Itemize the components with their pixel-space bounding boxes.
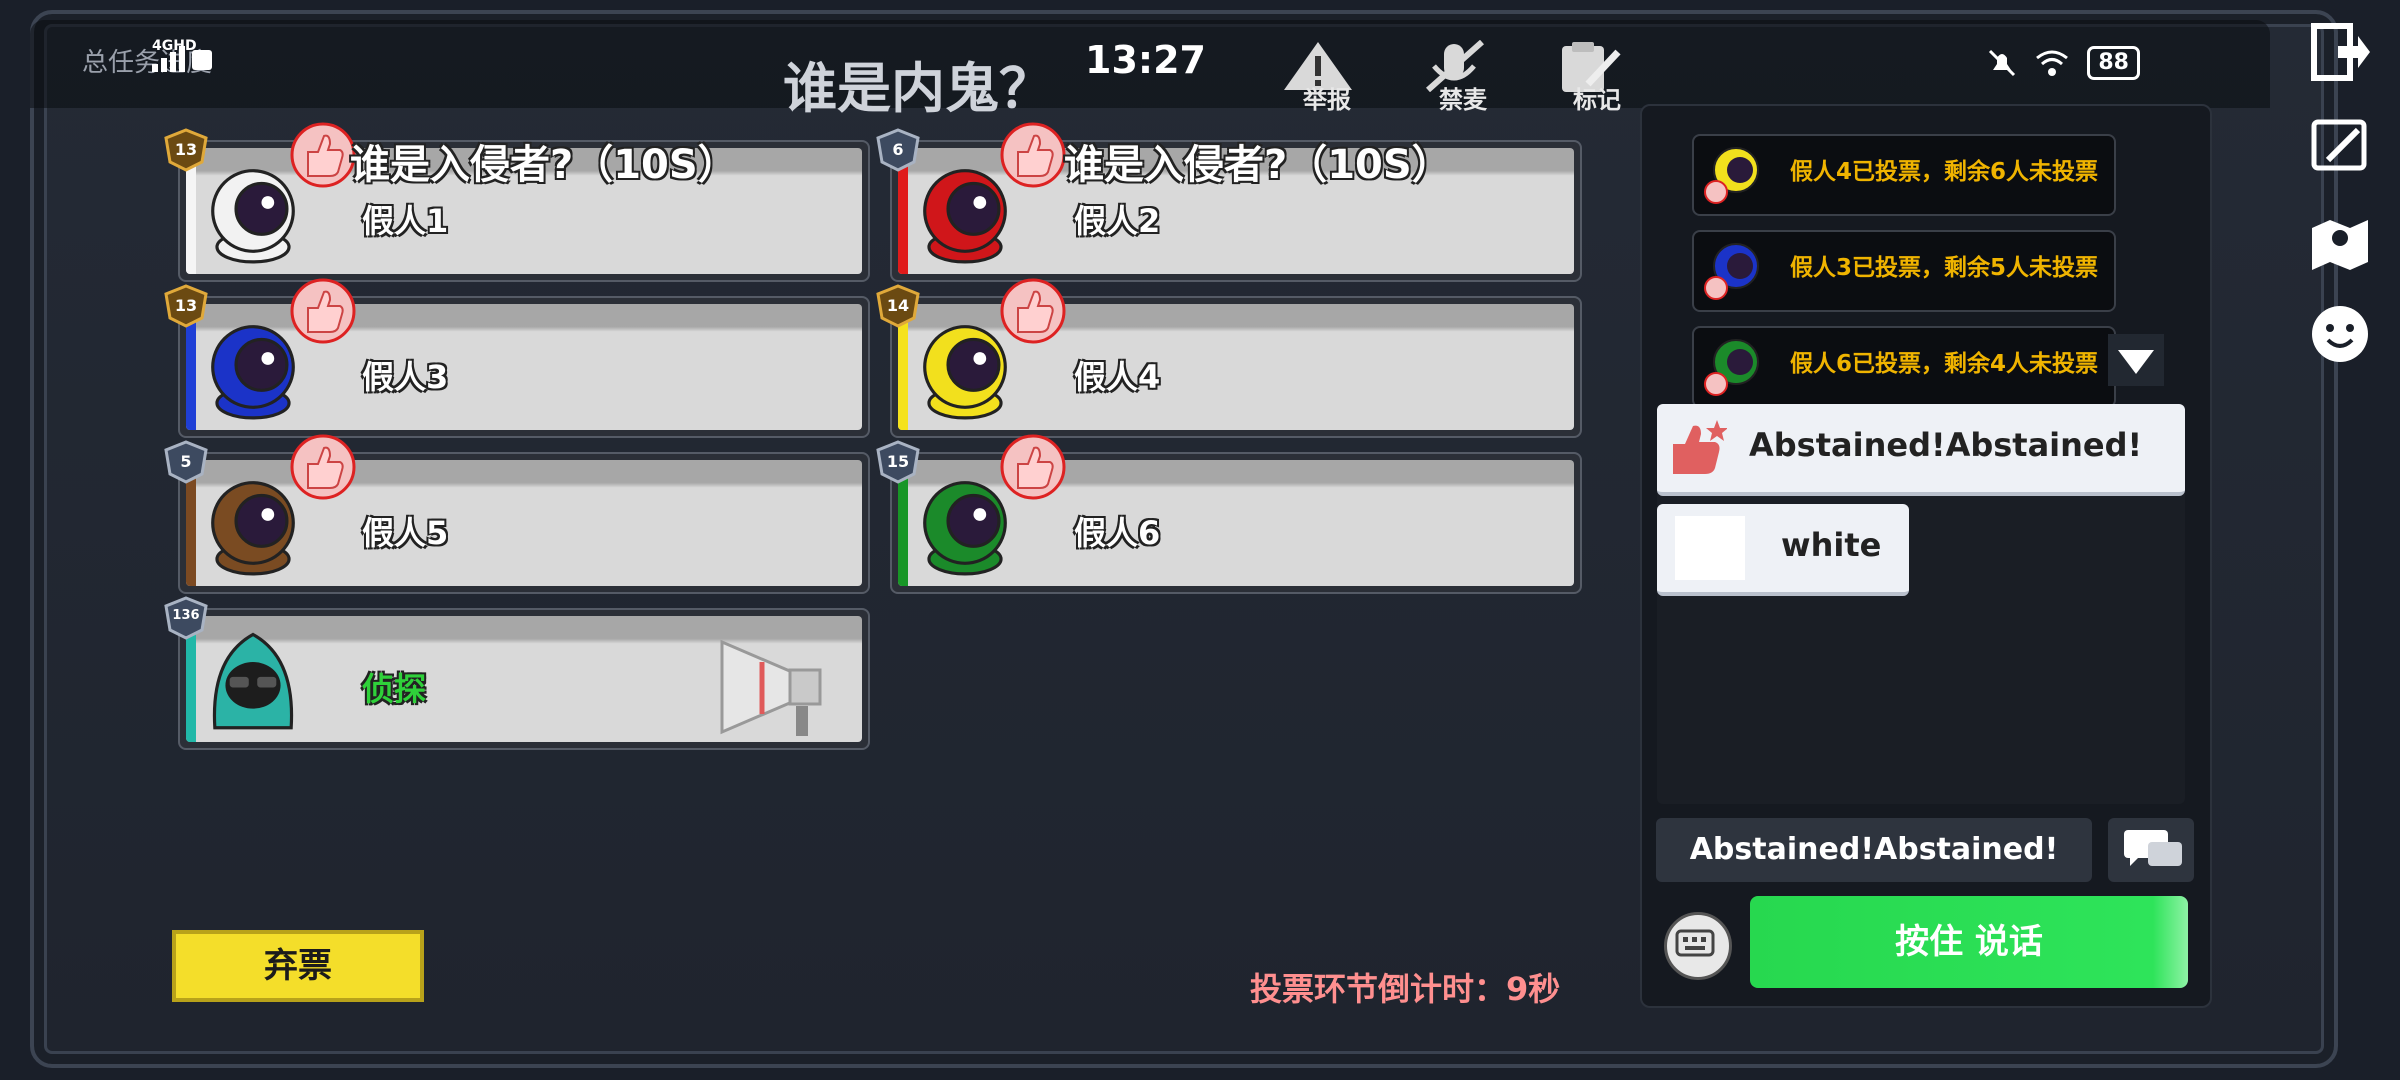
player-name: 假人1 (362, 202, 449, 240)
player-card-5[interactable]: 假人5 5 (164, 434, 870, 594)
report-button[interactable]: 举报 (1282, 40, 1372, 115)
detective-avatar-icon (212, 632, 294, 730)
chat-input[interactable]: Abstained!Abstained! (1656, 818, 2092, 882)
player-name: 假人5 (362, 514, 449, 552)
vote-log-item: 假人4已投票，剩余6人未投票 (1692, 134, 2116, 216)
thumbs-up-vote-icon (1000, 122, 1066, 188)
thumbs-up-vote-icon (290, 122, 356, 188)
level-value: 15 (886, 452, 910, 471)
vote-log-text: 假人6已投票，剩余4人未投票 (1790, 351, 2099, 377)
mark-button[interactable]: 标记 (1552, 40, 1642, 115)
player-card-4[interactable]: 假人4 14 (876, 278, 1582, 438)
collapse-button[interactable] (2108, 334, 2164, 386)
level-value: 5 (180, 452, 192, 471)
player-card-detective[interactable]: 侦探 136 (164, 596, 870, 750)
player-avatar-icon (1704, 147, 1759, 204)
map-edit-icon (2311, 119, 2367, 171)
thumbs-up-vote-icon (290, 434, 356, 500)
network-type: 4GHD (152, 38, 197, 54)
exit-button[interactable] (2308, 20, 2372, 84)
player-avatar-icon (1704, 243, 1759, 300)
map-location-icon (2312, 220, 2368, 270)
chat-bubbles-icon (2124, 830, 2182, 866)
keyboard-button[interactable] (1664, 912, 1732, 980)
triangle-down-icon (2118, 350, 2154, 374)
player-card-body: 假人5 (186, 460, 862, 586)
vote-log-item: 假人3已投票，剩余5人未投票 (1692, 230, 2116, 312)
side-toolbar (2308, 20, 2378, 396)
level-value: 6 (892, 140, 904, 159)
notification-off-icon (1989, 49, 2016, 77)
player-card-body: 假人3 (186, 304, 862, 430)
level-value: 136 (172, 608, 200, 623)
player-name: 假人6 (1074, 514, 1161, 552)
thumbs-up-vote-icon (1000, 278, 1066, 344)
vote-log-item: 假人6已投票，剩余4人未投票 (1692, 326, 2116, 408)
level-badge: 13 (164, 128, 208, 172)
quick-chat-item[interactable]: Abstained!Abstained! (1657, 404, 2185, 496)
cellular-signal: 4GHD (150, 38, 214, 80)
quick-chat-toggle-button[interactable] (2108, 818, 2194, 882)
page-title: 谁是内鬼？ (783, 57, 1053, 120)
quick-chat-menu: Abstained!Abstained! white (1657, 404, 2185, 804)
vote-title-left: 谁是入侵者?（10S） (350, 142, 738, 188)
wifi-icon (2036, 50, 2069, 76)
vote-log-text: 假人4已投票，剩余6人未投票 (1790, 159, 2099, 185)
battery-level: 88 (2087, 46, 2140, 80)
abstain-button[interactable]: 弃票 (172, 930, 424, 1002)
player-name: 假人4 (1074, 358, 1161, 396)
color-swatch (1675, 516, 1745, 580)
vote-title-right: 谁是入侵者?（10S） (1064, 142, 1452, 188)
level-badge: 15 (876, 440, 920, 484)
vote-countdown: 投票环节倒计时：9秒 (1250, 970, 1561, 1008)
emoji-button[interactable] (2308, 302, 2372, 366)
vote-log-text: 假人3已投票，剩余5人未投票 (1790, 255, 2099, 281)
exit-icon (2311, 23, 2370, 81)
map-edit-button[interactable] (2308, 114, 2372, 178)
level-value: 14 (886, 296, 910, 315)
quick-chat-label: Abstained!Abstained! (1749, 426, 2143, 464)
keyboard-icon (1675, 929, 1715, 957)
thumbs-up-vote-icon (1000, 434, 1066, 500)
system-status: 88 (1987, 46, 2140, 80)
player-card-body: 侦探 (186, 616, 862, 742)
player-card-6[interactable]: 假人6 15 (876, 434, 1582, 594)
level-badge: 13 (164, 284, 208, 328)
map-button[interactable] (2308, 208, 2372, 272)
thumbs-up-star-icon (1673, 420, 1727, 474)
level-badge: 6 (876, 128, 920, 172)
quick-chat-item[interactable]: white (1657, 504, 1909, 596)
mute-mic-button[interactable]: 禁麦 (1418, 40, 1508, 115)
level-badge: 5 (164, 440, 208, 484)
player-avatar-icon (1704, 339, 1759, 396)
thumbs-up-vote-icon (290, 278, 356, 344)
level-value: 13 (174, 296, 198, 315)
level-value: 13 (174, 140, 198, 159)
megaphone-icon (720, 639, 822, 736)
level-badge: 136 (164, 596, 208, 640)
player-card-3[interactable]: 假人3 13 (164, 278, 870, 438)
player-name: 侦探 (362, 670, 427, 708)
smile-icon (2312, 306, 2368, 362)
player-name: 假人2 (1074, 202, 1161, 240)
status-time: 13:27 (1085, 38, 1206, 82)
player-name: 假人3 (362, 358, 449, 396)
level-badge: 14 (876, 284, 920, 328)
quick-chat-label: white (1781, 526, 1882, 564)
push-to-talk-button[interactable]: 按住 说话 (1750, 896, 2188, 988)
